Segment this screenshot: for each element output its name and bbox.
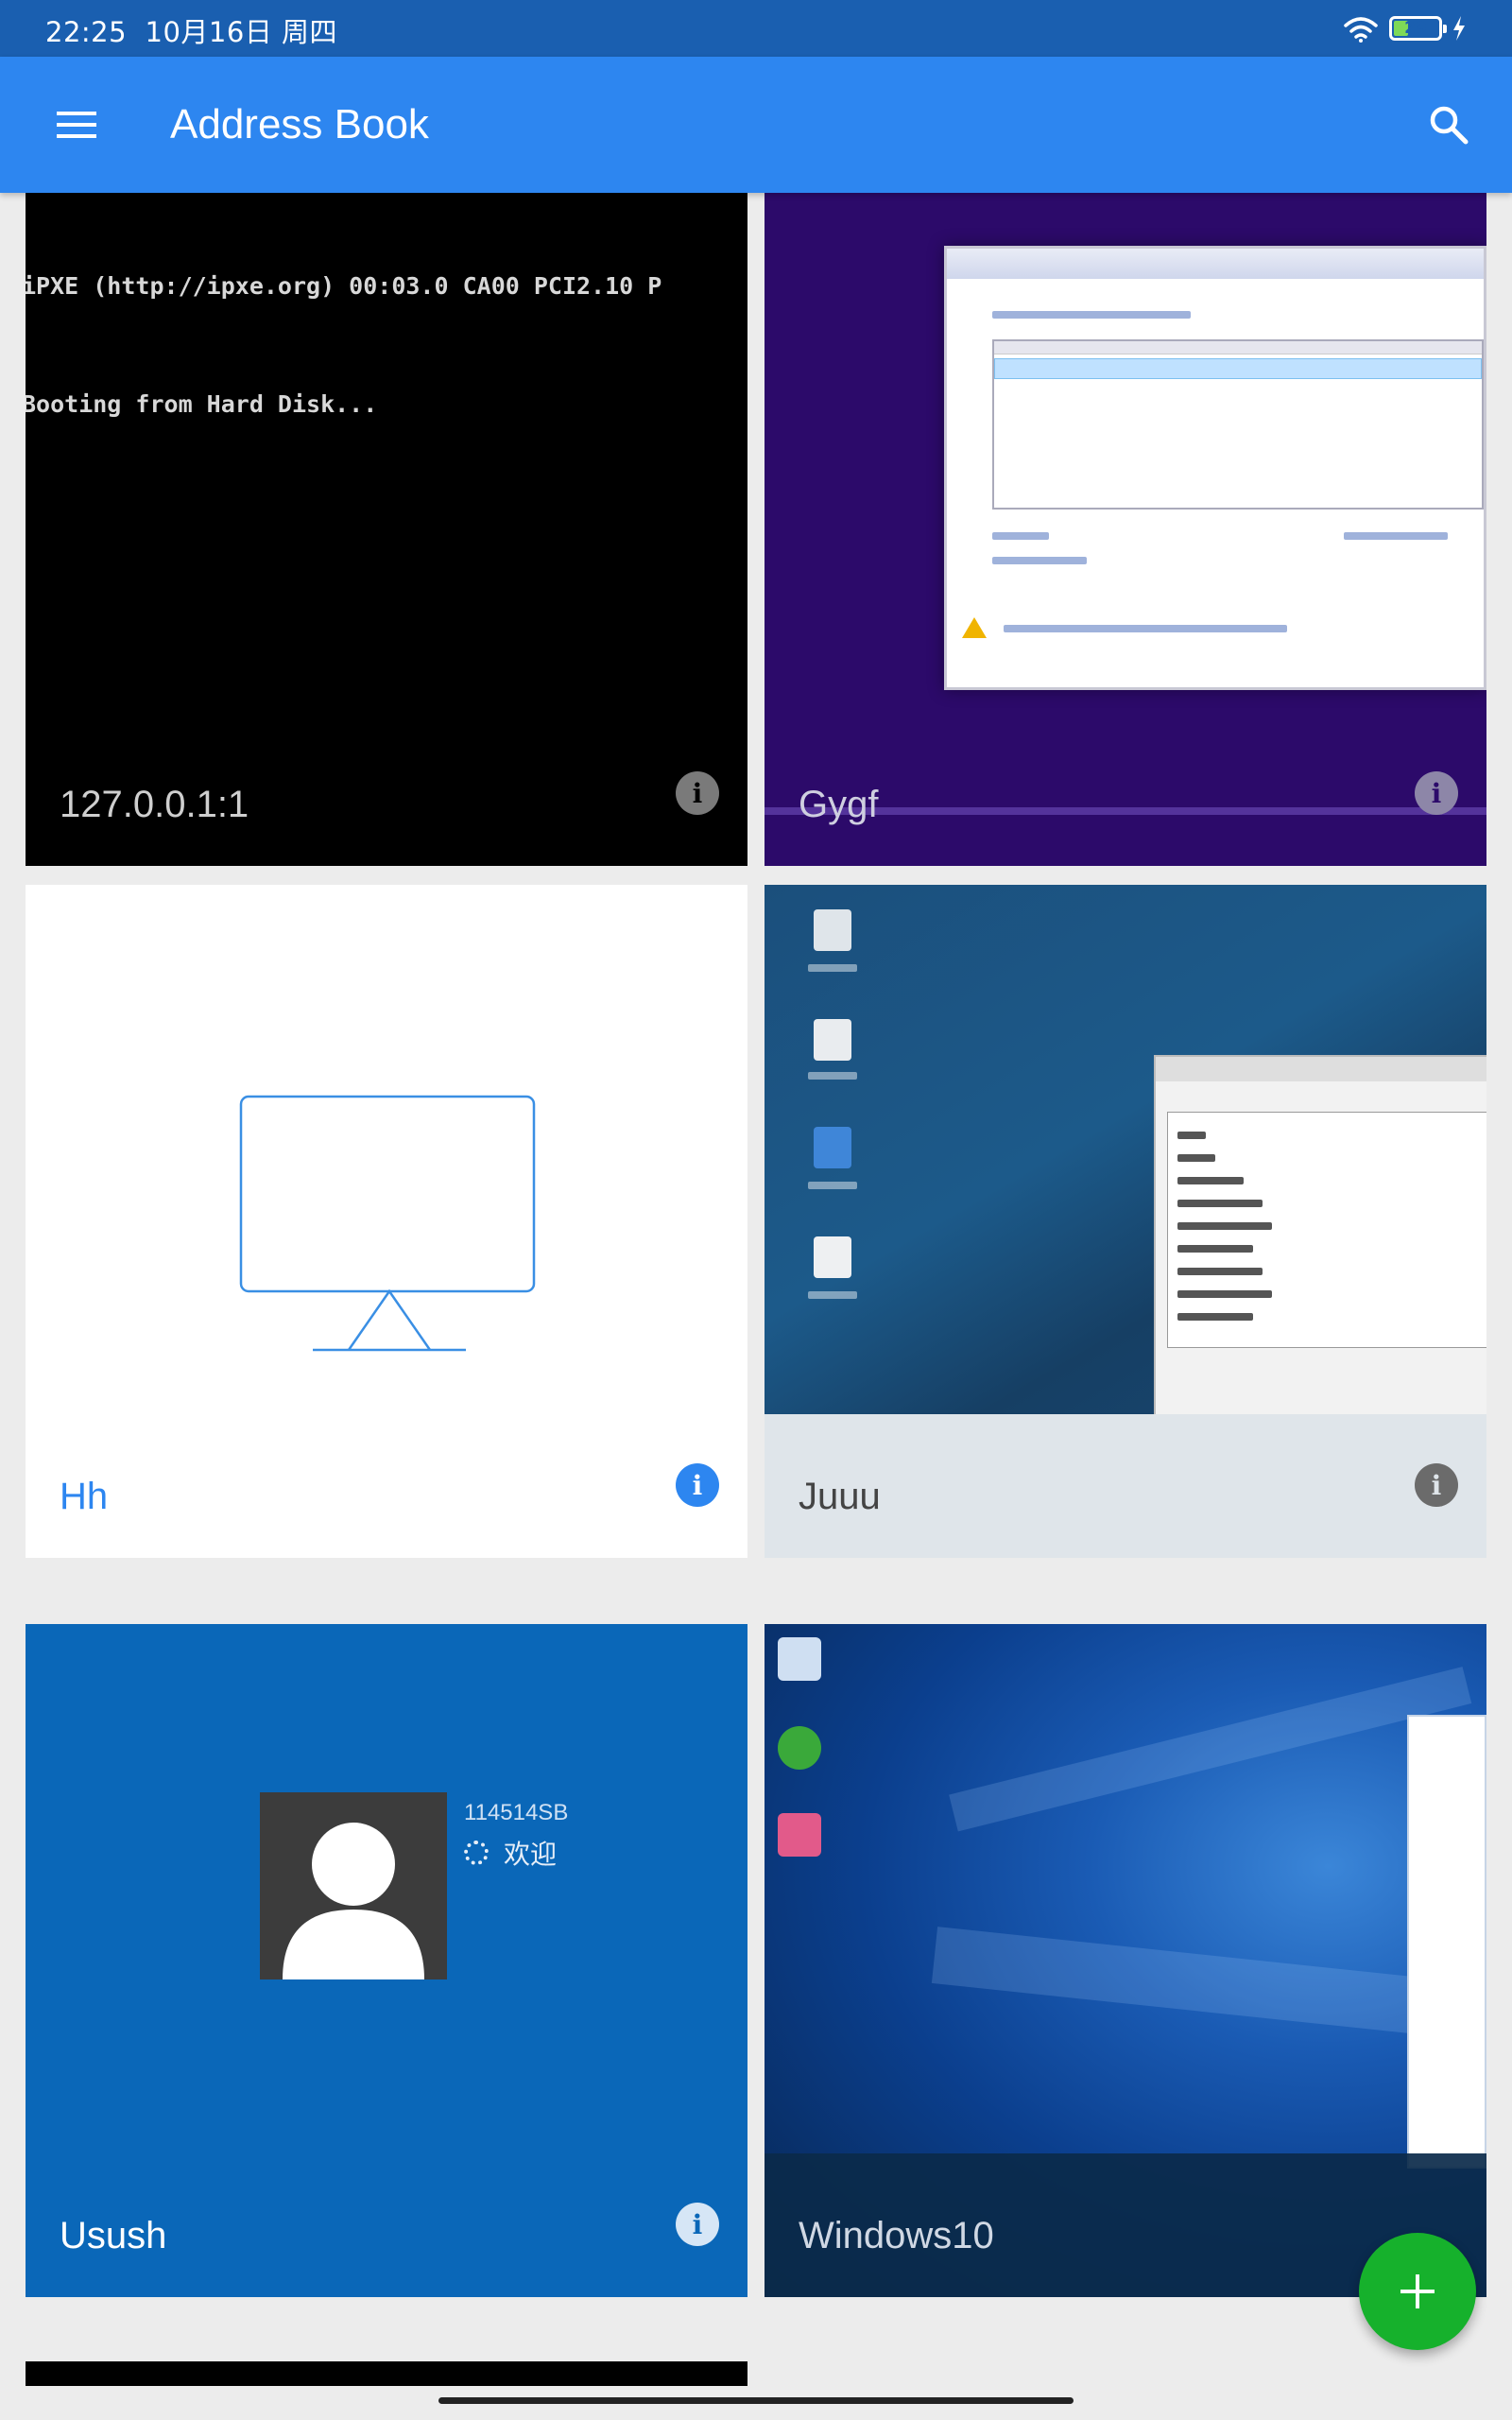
status-bar: 22:25 10月16日 周四 29 — [0, 0, 1512, 57]
console-output: iPXE (http://ipxe.org) 00:03.0 CA00 PCI2… — [26, 227, 662, 463]
connection-card[interactable]: Juuu i — [765, 885, 1486, 1558]
connection-card[interactable]: Gygf i — [765, 193, 1486, 866]
battery-icon: 29 — [1389, 16, 1447, 41]
home-folder-icon — [814, 1127, 851, 1168]
warning-icon — [962, 617, 987, 638]
thumbnail-file-dialog — [1154, 1055, 1486, 1433]
info-icon: i — [692, 777, 703, 809]
info-button[interactable]: i — [676, 2203, 719, 2246]
app-title: Address Book — [170, 101, 429, 147]
login-username: 114514SB — [464, 1800, 569, 1825]
connection-name: Gygf — [799, 784, 879, 825]
connection-name: Usush — [60, 2215, 167, 2256]
info-icon: i — [1431, 1469, 1442, 1501]
file-icon — [814, 1236, 851, 1278]
info-button[interactable]: i — [676, 1463, 719, 1507]
console-line: iPXE (http://ipxe.org) 00:03.0 CA00 PCI2… — [26, 272, 662, 300]
app-shortcut-icon — [778, 1813, 821, 1857]
search-icon — [1430, 106, 1469, 145]
recycle-bin-icon — [778, 1637, 821, 1681]
console-line: Booting from Hard Disk... — [26, 390, 378, 418]
connection-name: Juuu — [799, 1476, 881, 1517]
battery-level: 29 — [1404, 19, 1427, 38]
connection-card[interactable]: Windows10 — [765, 1624, 1486, 2297]
info-icon: i — [692, 1469, 703, 1501]
wifi-icon — [1344, 17, 1378, 43]
connection-card-partial[interactable] — [26, 2361, 747, 2386]
gesture-nav-handle[interactable] — [438, 2397, 1074, 2404]
app-bar: Address Book — [0, 57, 1512, 193]
menu-button[interactable] — [40, 93, 113, 157]
connection-name: 127.0.0.1:1 — [60, 784, 249, 825]
login-status: 欢迎 — [464, 1834, 557, 1872]
monitor-icon — [239, 1095, 536, 1293]
avatar — [260, 1792, 447, 1979]
status-time: 22:25 10月16日 周四 — [45, 16, 338, 48]
user-icon — [283, 1823, 424, 1979]
connection-name: Windows10 — [799, 2215, 994, 2256]
info-button[interactable]: i — [1415, 1463, 1458, 1507]
login-status-text: 欢迎 — [504, 1839, 558, 1870]
info-button[interactable]: i — [1415, 771, 1458, 815]
plus-icon — [1400, 2274, 1435, 2308]
trash-icon — [814, 909, 851, 951]
loading-spinner-icon — [464, 1841, 489, 1865]
connection-name: Hh — [60, 1476, 109, 1517]
add-connection-button[interactable] — [1359, 2233, 1476, 2350]
info-icon: i — [692, 2208, 703, 2240]
thumbnail-setup-dialog — [944, 246, 1486, 690]
connection-grid: iPXE (http://ipxe.org) 00:03.0 CA00 PCI2… — [0, 193, 1512, 2386]
app-shortcut-icon — [778, 1726, 821, 1770]
status-icons: 29 — [1342, 13, 1467, 43]
info-icon: i — [1431, 777, 1442, 809]
search-button[interactable] — [1412, 93, 1486, 157]
thumbnail-app-window — [1407, 1715, 1486, 2169]
connection-card[interactable]: iPXE (http://ipxe.org) 00:03.0 CA00 PCI2… — [26, 193, 747, 866]
info-button[interactable]: i — [676, 771, 719, 815]
connection-card[interactable]: 114514SB 欢迎 Usush i — [26, 1624, 747, 2297]
connection-card[interactable]: Hh i — [26, 885, 747, 1558]
monitor-stand-icon — [313, 1288, 466, 1352]
charging-icon — [1453, 16, 1465, 41]
menu-icon — [57, 112, 96, 138]
settings-icon — [814, 1019, 851, 1061]
